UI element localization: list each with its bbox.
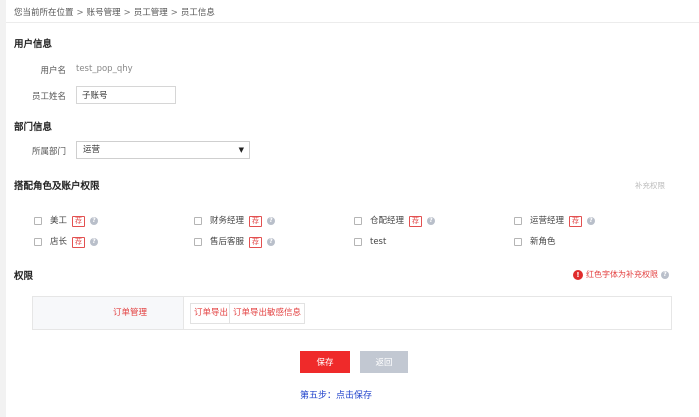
save-button[interactable]: 保存 [300,351,350,373]
permission-module-cell: 订单管理 [33,297,184,329]
role-checkbox[interactable] [514,238,522,246]
recommended-tag: 荐 [72,215,86,227]
role-option-designer[interactable]: 美工 荐 ? [34,214,99,228]
role-checkbox[interactable] [194,238,202,246]
recommended-tag: 荐 [409,215,423,227]
role-checkbox[interactable] [194,217,202,225]
help-icon[interactable]: ? [90,217,99,225]
department-label: 所属部门 [31,147,66,157]
permission-item-order-export-sensitive[interactable]: 订单导出敏感信息 [229,303,306,324]
breadcrumb-item-staff-info: 员工信息 [180,8,215,18]
role-label: 运营经理 [530,216,565,226]
help-icon[interactable]: ? [267,238,276,246]
role-label: 财务经理 [210,216,245,226]
role-checkbox[interactable] [354,238,362,246]
role-checkbox[interactable] [514,217,522,225]
role-option-finance-manager[interactable]: 财务经理 荐 ? [194,214,276,228]
permissions-title: 权限 [14,271,34,282]
breadcrumb: 您当前所在位置 > 账号管理 > 员工管理 > 员工信息 [14,6,215,20]
help-icon[interactable]: ? [587,217,596,225]
breadcrumb-item-staff[interactable]: 员工管理 [134,8,168,18]
role-option-warehouse-manager[interactable]: 仓配经理 荐 ? [354,214,436,228]
role-option-store-manager[interactable]: 店长 荐 ? [34,235,99,249]
supplement-permission-link[interactable]: 补充权限 [635,180,665,191]
back-button[interactable]: 返回 [360,351,408,373]
department-selected-value: 运营 [83,145,101,155]
role-checkbox[interactable] [34,238,42,246]
legend-text: 红色字体为补充权限 [586,270,658,279]
role-option-after-sales[interactable]: 售后客服 荐 ? [194,235,276,249]
breadcrumb-item-account[interactable]: 账号管理 [87,8,121,18]
step-hint: 第五步：点击保存 [300,391,373,401]
username-label: 用户名 [40,66,66,76]
role-checkbox[interactable] [354,217,362,225]
role-label: 仓配经理 [370,216,405,226]
caret-down-icon: ▼ [238,146,244,154]
breadcrumb-separator: > [170,8,178,18]
recommended-tag: 荐 [249,215,263,227]
department-title: 部门信息 [14,122,53,133]
recommended-tag: 荐 [249,236,263,248]
role-label: 店长 [50,237,68,247]
main-panel: 您当前所在位置 > 账号管理 > 员工管理 > 员工信息 用户信息 用户名 test_pop… [6,0,699,417]
recommended-tag: 荐 [72,236,86,248]
breadcrumb-divider [6,22,699,23]
role-option-operations-manager[interactable]: 运营经理 荐 ? [514,214,596,228]
help-icon[interactable]: ? [661,270,669,279]
breadcrumb-separator: > [123,8,131,18]
supplement-legend: ! 红色字体为补充权限 ? [573,269,669,280]
role-label: 新角色 [530,237,556,247]
permission-item-order-export[interactable]: 订单导出 [190,303,233,324]
user-info-title: 用户信息 [14,39,53,50]
help-icon[interactable]: ? [427,217,436,225]
permission-module-label: 订单管理 [113,308,148,318]
role-label: 美工 [50,216,68,226]
permission-table: 订单管理 订单导出 订单导出敏感信息 [32,296,672,330]
staff-name-input[interactable] [76,86,176,104]
role-option-new-role[interactable]: 新角色 [514,235,556,249]
role-checkbox[interactable] [34,217,42,225]
role-option-test[interactable]: test [354,235,386,249]
department-select[interactable]: 运营 ▼ [76,141,250,159]
role-label: test [370,237,387,247]
staff-name-label: 员工姓名 [31,92,66,102]
breadcrumb-prefix: 您当前所在位置 [14,8,74,18]
breadcrumb-separator: > [76,8,84,18]
alert-icon: ! [573,269,583,280]
roles-title: 搭配角色及账户权限 [14,181,100,192]
recommended-tag: 荐 [569,215,583,227]
help-icon[interactable]: ? [90,238,99,246]
help-icon[interactable]: ? [267,217,276,225]
username-value: test_pop_qhy [76,64,133,74]
role-label: 售后客服 [210,237,245,247]
